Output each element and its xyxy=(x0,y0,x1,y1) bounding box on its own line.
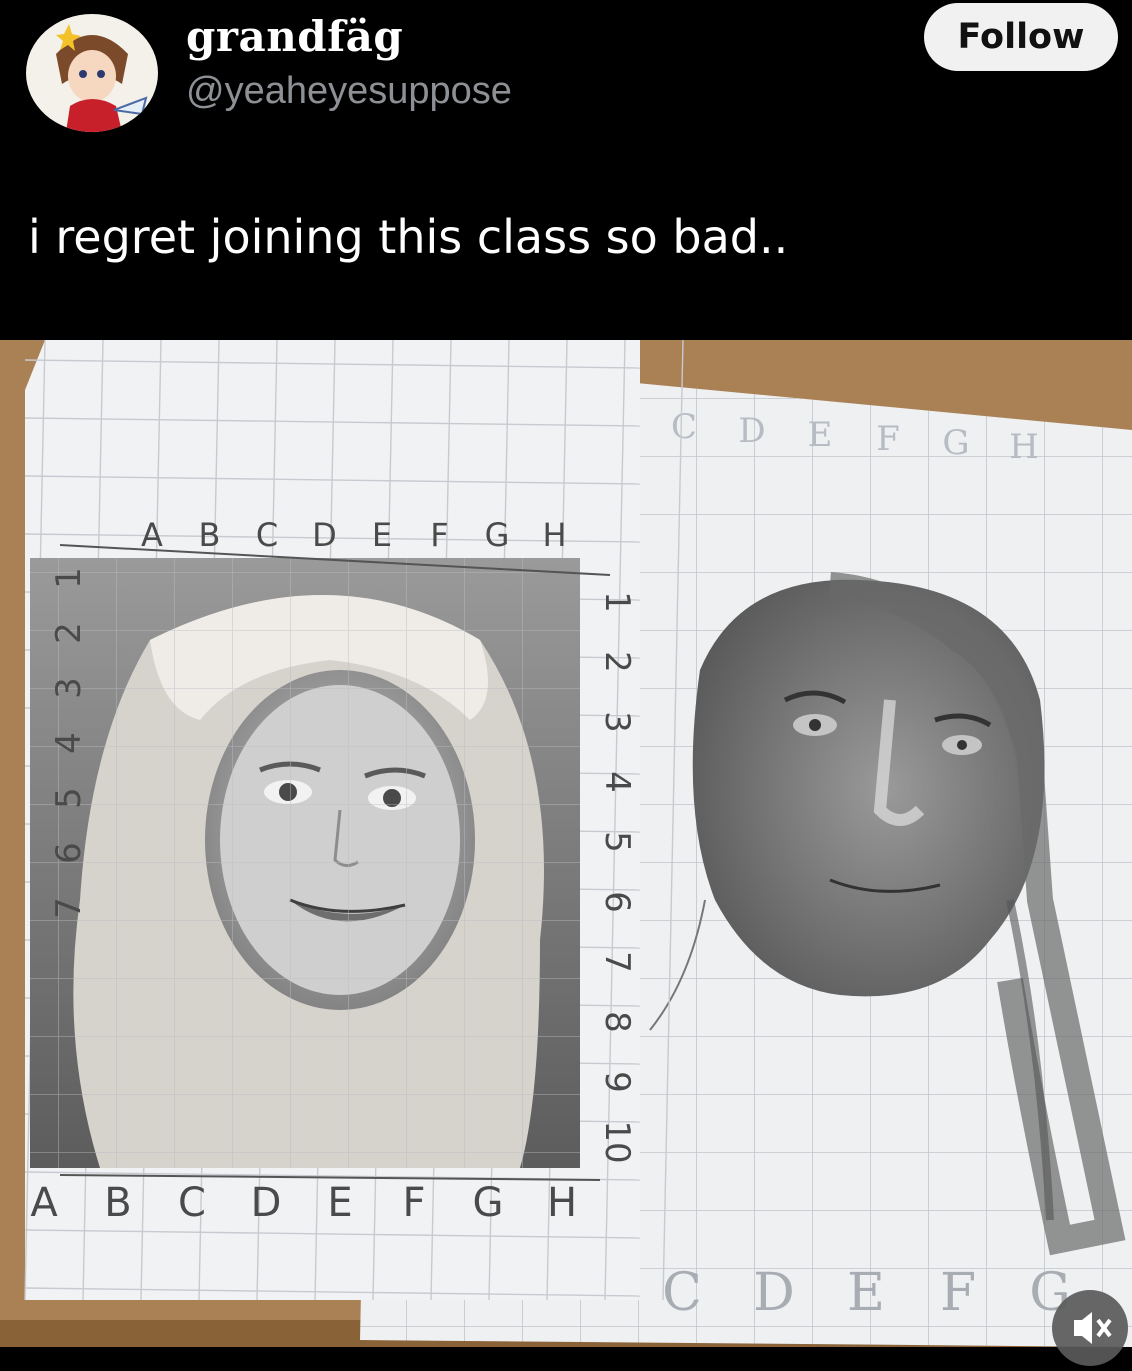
drawing-col-label-top: E xyxy=(808,415,833,455)
ref-col-label-top: F xyxy=(430,516,448,554)
ref-row-label-left: 4 xyxy=(49,732,89,754)
avatar[interactable] xyxy=(26,14,158,132)
post-photo[interactable]: ABCDEFGH CDEFG xyxy=(0,340,1132,1347)
drawing-col-label-bottom: D xyxy=(753,1263,795,1323)
ref-col-label-bottom: G xyxy=(473,1180,504,1226)
ref-row-label-left: 3 xyxy=(49,677,89,699)
post-text: i regret joining this class so bad.. xyxy=(28,210,789,264)
muted-speaker-icon xyxy=(1074,1312,1112,1344)
drawing-col-label-bottom: F xyxy=(940,1263,976,1323)
ref-row-label-left: 5 xyxy=(49,787,89,809)
ref-col-label-top: B xyxy=(199,516,221,554)
drawing-col-label-bottom: E xyxy=(847,1263,885,1323)
ref-col-label-bottom: F xyxy=(402,1180,425,1226)
ref-col-label-top: H xyxy=(542,516,566,554)
ref-col-label-bottom: C xyxy=(178,1180,206,1226)
ref-col-label-top: G xyxy=(485,516,510,554)
ref-row-label-right: 6 xyxy=(597,891,637,913)
drawing-col-label-top: G xyxy=(942,423,969,463)
ref-col-label-bottom: E xyxy=(327,1180,352,1226)
ref-col-label-bottom: H xyxy=(547,1180,577,1226)
ref-col-label-bottom: B xyxy=(104,1180,131,1226)
ref-row-label-right: 2 xyxy=(597,651,637,673)
ref-col-label-top: D xyxy=(312,516,337,554)
ref-row-label-right: 1 xyxy=(597,591,637,613)
ref-row-label-left: 2 xyxy=(49,622,89,644)
user-handle[interactable]: @yeaheyesuppose xyxy=(186,70,512,113)
ref-row-label-right: 8 xyxy=(597,1011,637,1033)
ref-row-label-right: 10 xyxy=(597,1120,637,1163)
ref-col-label-top: C xyxy=(256,516,278,554)
follow-button[interactable]: Follow xyxy=(924,3,1118,71)
ref-row-label-right: 9 xyxy=(597,1071,637,1093)
ref-col-label-top: E xyxy=(372,516,392,554)
ref-row-label-right: 5 xyxy=(597,831,637,853)
ref-row-label-right: 4 xyxy=(597,771,637,793)
drawing-col-label-top: H xyxy=(1009,427,1039,467)
drawing-col-label-bottom: C xyxy=(662,1263,702,1323)
ref-col-label-bottom: D xyxy=(251,1180,282,1226)
drawing-col-label-top: C xyxy=(671,407,697,447)
ref-row-label-left: 7 xyxy=(49,897,89,919)
drawing-col-label-top: D xyxy=(738,411,765,451)
reference-photo xyxy=(30,558,580,1168)
ref-row-label-left: 1 xyxy=(49,567,89,589)
display-name[interactable]: grandfäg xyxy=(186,12,403,61)
ref-row-label-left: 6 xyxy=(49,842,89,864)
ref-row-label-right: 3 xyxy=(597,711,637,733)
drawing-col-label-top: F xyxy=(876,419,900,459)
ref-row-label-right: 7 xyxy=(597,951,637,973)
ref-col-label-top: A xyxy=(141,516,163,554)
anime-avatar-icon xyxy=(34,15,150,132)
reference-sheet: ABCDEFGH ABCDEFGH 12345678910 1234567 xyxy=(24,340,684,1301)
mute-button[interactable] xyxy=(1052,1290,1128,1366)
ref-col-label-bottom: A xyxy=(30,1180,58,1226)
